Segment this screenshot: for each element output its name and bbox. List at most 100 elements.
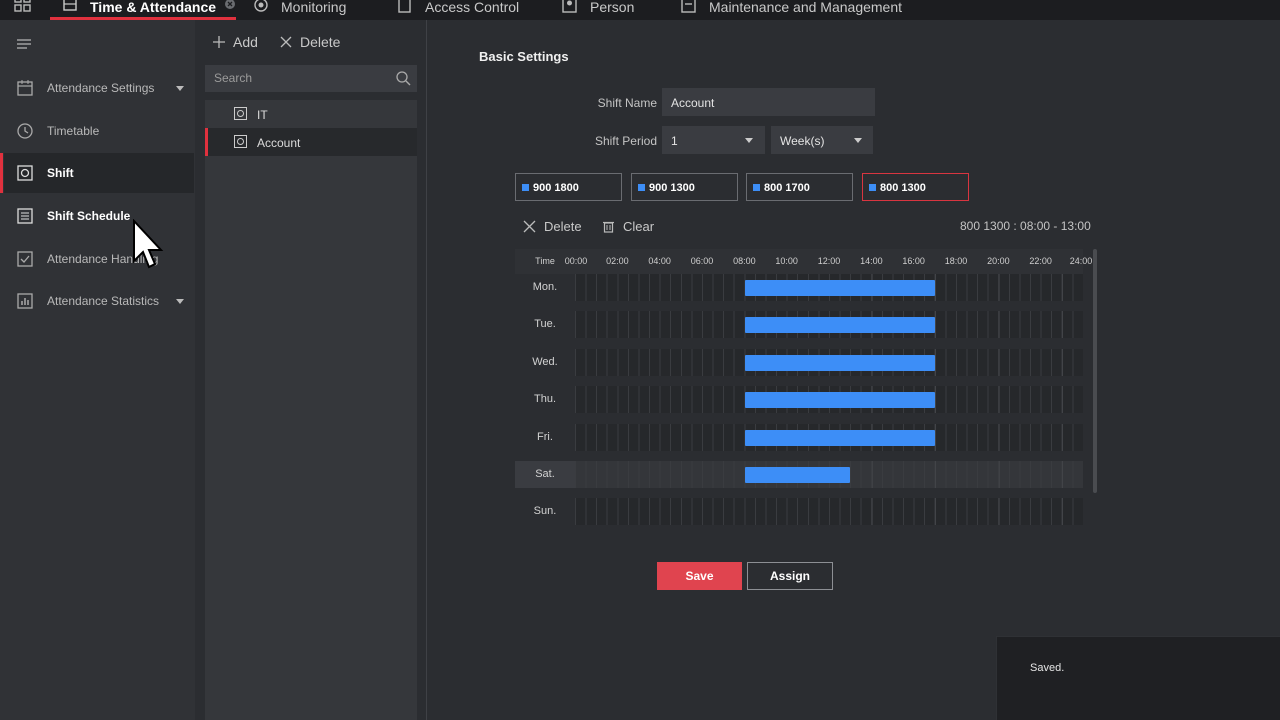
sidebar-item-attendance-settings[interactable]: Attendance Settings: [4, 68, 194, 108]
timetable-chip-label: 900 1800: [533, 182, 579, 194]
schedule-bar[interactable]: [745, 280, 935, 296]
delete-label: Delete: [300, 34, 341, 50]
trash-icon: [603, 221, 614, 233]
day-label: Fri.: [537, 430, 553, 443]
shift-icon: [234, 107, 247, 120]
tab-label: Time & Attendance: [90, 0, 217, 15]
schedule-row: Wed.: [515, 348, 1083, 376]
time-tick-label: 22:00: [1029, 256, 1052, 266]
day-label: Sat.: [515, 461, 575, 488]
sidebar-item-label: Attendance Settings: [47, 81, 155, 95]
sidebar-item-attendance-statistics[interactable]: Attendance Statistics: [4, 281, 194, 321]
shift-name-field[interactable]: Account: [662, 88, 875, 116]
shift-period-value: 1: [671, 134, 678, 148]
schedule-cells[interactable]: [575, 386, 1083, 414]
chevron-down-icon: [176, 298, 184, 304]
schedule-cells[interactable]: [575, 274, 1083, 301]
shift-icon: [234, 135, 247, 148]
timetable-chip[interactable]: 800 1700: [746, 173, 853, 201]
schedule-bar[interactable]: [745, 354, 935, 371]
tab-monitoring[interactable]: Monitoring: [253, 0, 346, 20]
search-box: [205, 65, 417, 92]
tab-maintenance[interactable]: Maintenance and Management: [681, 0, 902, 20]
shift-name-value: Account: [671, 96, 715, 110]
tab-label: Person: [590, 0, 635, 15]
sidebar-item-timetable[interactable]: Timetable: [4, 111, 194, 151]
sidebar-item-attendance-handling[interactable]: Attendance Handling: [4, 239, 194, 279]
close-icon: [280, 36, 292, 48]
search-icon[interactable]: [396, 71, 411, 86]
menu-icon[interactable]: [17, 38, 31, 50]
toast-notification: Saved.: [996, 636, 1280, 720]
shift-period-unit-value: Week(s): [780, 134, 825, 148]
schedule-icon: [17, 208, 33, 224]
time-tick-label: 06:00: [690, 256, 714, 266]
list-item-it[interactable]: IT: [205, 100, 417, 128]
schedule-row: Tue.: [515, 311, 1083, 339]
shift-period-select[interactable]: 1: [662, 126, 765, 154]
sidebar-item-label: Attendance Statistics: [47, 294, 160, 308]
add-label: Add: [233, 34, 258, 50]
list-item-account[interactable]: Account: [205, 128, 417, 156]
time-tick-label: 14:00: [860, 256, 883, 266]
sidebar-item-shift-schedule[interactable]: Shift Schedule: [4, 196, 194, 236]
day-label: Mon.: [532, 281, 558, 293]
delete-shift-button[interactable]: Delete: [279, 34, 340, 50]
tab-label: Access Control: [425, 0, 520, 15]
timetable-chip[interactable]: 900 1800: [515, 173, 622, 201]
schedule-cells[interactable]: [575, 461, 1083, 488]
schedule-bar[interactable]: [745, 392, 935, 409]
chevron-down-icon: [176, 85, 184, 91]
tab-label: Monitoring: [281, 0, 347, 15]
delete-schedule-button[interactable]: Delete: [523, 219, 582, 234]
add-shift-button[interactable]: Add: [212, 34, 258, 50]
shift-list: [205, 100, 417, 720]
timetable-chip-label: 800 1300: [880, 182, 926, 194]
day-label: Tue.: [534, 318, 556, 331]
apps-grid-icon[interactable]: [14, 0, 32, 14]
tab-access-control[interactable]: Access Control: [397, 0, 519, 20]
time-tick-label: 00:00: [564, 256, 588, 266]
assign-button[interactable]: Assign: [747, 562, 833, 590]
timetable-chip-selected[interactable]: 800 1300: [862, 173, 969, 201]
time-tick-label: 16:00: [902, 256, 925, 266]
chart-icon: [17, 293, 33, 309]
shift-period-unit-select[interactable]: Week(s): [771, 126, 873, 154]
calendar-icon: [17, 80, 33, 96]
schedule-row: Mon.: [515, 274, 1083, 301]
tab-person[interactable]: Person: [562, 0, 634, 20]
schedule-bar[interactable]: [745, 429, 935, 446]
calendar-icon: [63, 0, 77, 11]
schedule-cells[interactable]: [575, 311, 1083, 339]
timetable-chip[interactable]: 900 1300: [631, 173, 738, 201]
schedule-bar[interactable]: [745, 467, 851, 483]
close-icon: [523, 220, 536, 233]
close-icon[interactable]: [224, 0, 236, 12]
door-icon: [398, 0, 411, 13]
day-label: Wed.: [532, 355, 558, 368]
schedule-bar[interactable]: [745, 317, 935, 334]
clear-schedule-button[interactable]: Clear: [602, 219, 654, 234]
search-input[interactable]: [214, 71, 384, 85]
time-tick-label: 02:00: [606, 256, 629, 266]
sidebar-item-label: Timetable: [47, 124, 100, 138]
save-button[interactable]: Save: [657, 562, 742, 590]
schedule-cells[interactable]: [575, 498, 1083, 526]
top-tab-bar: Time & Attendance Monitoring Access Cont…: [0, 0, 1280, 20]
section-title: Basic Settings: [479, 49, 569, 64]
delete-schedule-label: Delete: [544, 219, 582, 234]
check-doc-icon: [17, 251, 33, 267]
shift-name-label: Shift Name: [597, 96, 657, 110]
selected-period-info: 800 1300 : 08:00 - 13:00: [960, 219, 1091, 233]
schedule-row: Sat.: [515, 461, 1083, 488]
schedule-cells[interactable]: [575, 348, 1083, 376]
schedule-cells[interactable]: [575, 423, 1083, 451]
tab-label: Maintenance and Management: [709, 0, 903, 15]
sidebar-item-shift[interactable]: Shift: [0, 153, 194, 193]
time-tick-label: 10:00: [775, 256, 798, 266]
time-tick-label: 20:00: [987, 256, 1010, 266]
scrollbar[interactable]: [1093, 249, 1097, 493]
clock-icon: [17, 123, 33, 139]
toast-message: Saved.: [1030, 662, 1065, 674]
plus-icon: [213, 36, 225, 48]
